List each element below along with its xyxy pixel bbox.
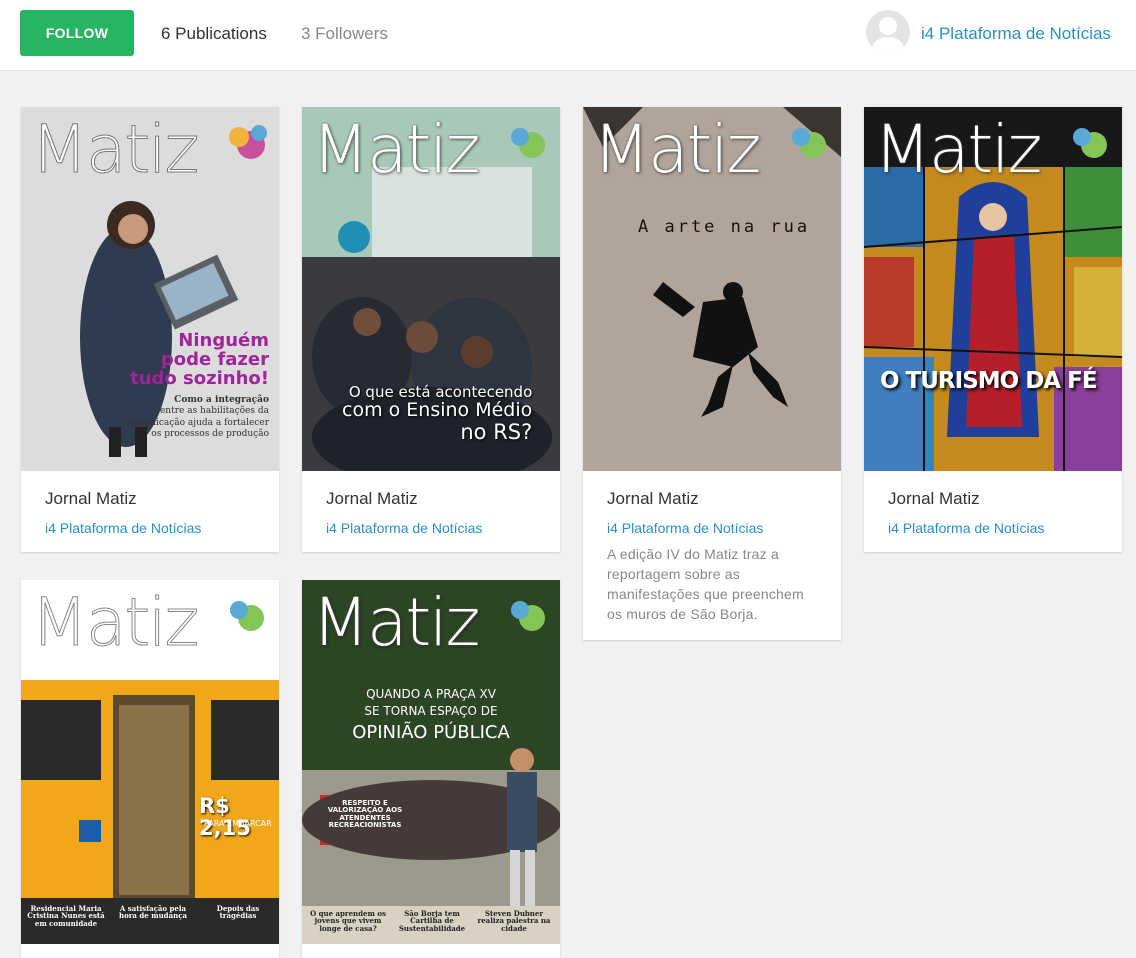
publication-title[interactable]: Jornal Matiz [607, 489, 817, 509]
cover-headline: A arte na rua [638, 217, 811, 237]
publication-card[interactable]: Matiz A arte na rua Jornal Matiz i4 Plat… [583, 107, 841, 640]
cover-subheadline: Como a integração entre as habilitações … [125, 395, 269, 440]
cover-headline: Ninguém pode fazer tudo sozinho! [130, 331, 269, 389]
cover-text: entre as habilitações da [159, 406, 269, 417]
cover-text: Residencial Maria Cristina Nunes está em… [27, 904, 105, 928]
profile-header: FOLLOW 6 Publications 3 Followers i4 Pla… [0, 0, 1136, 71]
publication-card[interactable]: Matiz QUANDO A PRAÇA XV SE TORNA ESPAÇO … [302, 580, 560, 958]
cover-text: os processos de produção [151, 428, 269, 439]
cover-text: comunicação ajuda a fortalecer [125, 417, 269, 428]
publication-cover[interactable]: Matiz QUANDO A PRAÇA XV SE TORNA ESPAÇO … [302, 580, 560, 944]
cover-text: O que aprendem os jovens que vivem longe… [310, 909, 386, 933]
cover-text: no RS? [460, 419, 533, 444]
cover-headline: O TURISMO DA FÉ [880, 368, 1098, 394]
cover-text: Como a integração [174, 395, 269, 405]
publication-cover[interactable]: Matiz O TURISMO DA FÉ [864, 107, 1122, 471]
cover-headline: O que está acontecendo com o Ensino Médi… [342, 384, 533, 444]
cover-price: R$ 2,15 [199, 794, 251, 841]
publisher-link[interactable]: i4 Plataforma de Notícias [888, 520, 1098, 536]
cover-price-caption: PARA EMBARCAR [204, 819, 272, 828]
cover-masthead: Matiz [593, 111, 761, 188]
publisher-link[interactable]: i4 Plataforma de Notícias [326, 520, 536, 536]
cover-text: pode fazer [160, 348, 269, 370]
publication-card[interactable]: Matiz R$ 2,15 PARA EMBARCAR Residencial … [21, 580, 279, 958]
owner-name-link[interactable]: i4 Plataforma de Notícias [921, 24, 1111, 44]
publication-title[interactable]: Jornal Matiz [45, 489, 255, 509]
followers-count[interactable]: 3 Followers [301, 24, 388, 44]
publication-cover[interactable]: Matiz R$ 2,15 PARA EMBARCAR Residencial … [21, 580, 279, 944]
cover-text: Depois das tragédias [216, 904, 260, 921]
cover-masthead: Matiz [312, 111, 480, 188]
publication-card[interactable]: Matiz O TURISMO DA FÉ Jornal Matiz i4 Pl… [864, 107, 1122, 552]
cover-text: tudo sozinho! [130, 367, 269, 389]
cover-masthead: Matiz [874, 111, 1042, 188]
cover-text: com o Ensino Médio [342, 398, 533, 421]
publications-count[interactable]: 6 Publications [161, 24, 267, 44]
publication-card[interactable]: Matiz Ninguém pode fazer tudo sozinho! C… [21, 107, 279, 552]
publication-description: A edição IV do Matiz traz a reportagem s… [607, 546, 804, 622]
cover-text: QUANDO A PRAÇA XV [366, 687, 496, 701]
cover-text: São Borja tem Cartilha de Sustentabilida… [398, 909, 466, 933]
publication-cover[interactable]: Matiz A arte na rua [583, 107, 841, 471]
publisher-link[interactable]: i4 Plataforma de Notícias [45, 520, 255, 536]
follow-button[interactable]: FOLLOW [20, 10, 134, 56]
publication-card[interactable]: Matiz O que está acontecendo com o Ensin… [302, 107, 560, 552]
cover-masthead: Matiz [312, 584, 480, 661]
publication-title[interactable]: Jornal Matiz [326, 489, 536, 509]
avatar-icon[interactable] [866, 10, 910, 54]
publisher-link[interactable]: i4 Plataforma de Notícias [607, 520, 817, 536]
cover-banner-text: RESPEITO E VALORIZAÇÃO AOS ATENDENTES RE… [327, 799, 403, 830]
cover-text: Steven Dubner realiza palestra na cidade [477, 909, 551, 933]
publication-cover[interactable]: Matiz O que está acontecendo com o Ensin… [302, 107, 560, 471]
publication-title[interactable]: Jornal Matiz [888, 489, 1098, 509]
cover-headline: QUANDO A PRAÇA XV SE TORNA ESPAÇO DE OPI… [302, 686, 560, 745]
cover-masthead: Matiz [30, 584, 199, 661]
cover-text: OPINIÃO PÚBLICA [352, 721, 510, 743]
cover-text: A satisfação pela hora de mudança [118, 904, 188, 921]
cover-masthead: Matiz [30, 111, 199, 188]
publication-cover[interactable]: Matiz Ninguém pode fazer tudo sozinho! C… [21, 107, 279, 471]
cover-text: SE TORNA ESPAÇO DE [364, 703, 498, 718]
